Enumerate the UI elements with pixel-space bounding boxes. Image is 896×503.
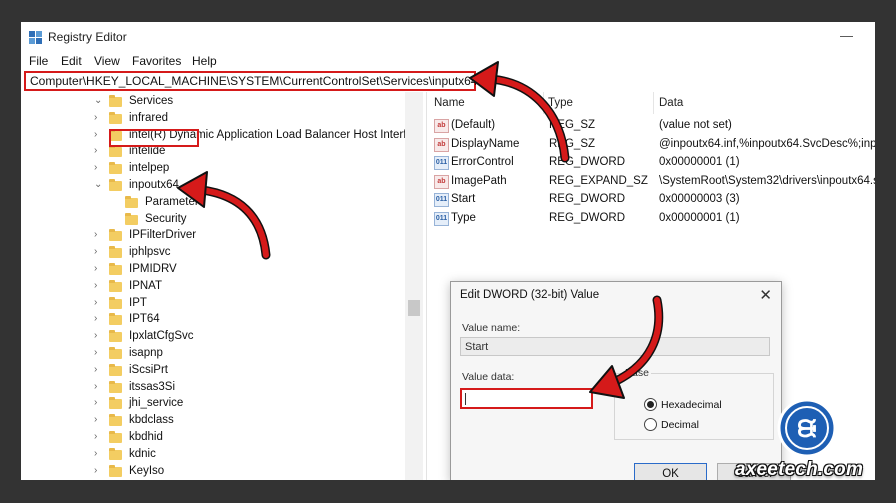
annotation-arrows: [177, 61, 664, 399]
arrow-to-inpoutx64: [177, 171, 271, 260]
arrow-to-value-data: [589, 295, 664, 399]
watermark-text: axeetech.com: [735, 459, 864, 480]
logo-glyph: ᙠ: [797, 415, 816, 443]
axeetech-logo-icon: ᙠ: [777, 398, 837, 458]
arrow-to-address-bar: [469, 61, 570, 163]
